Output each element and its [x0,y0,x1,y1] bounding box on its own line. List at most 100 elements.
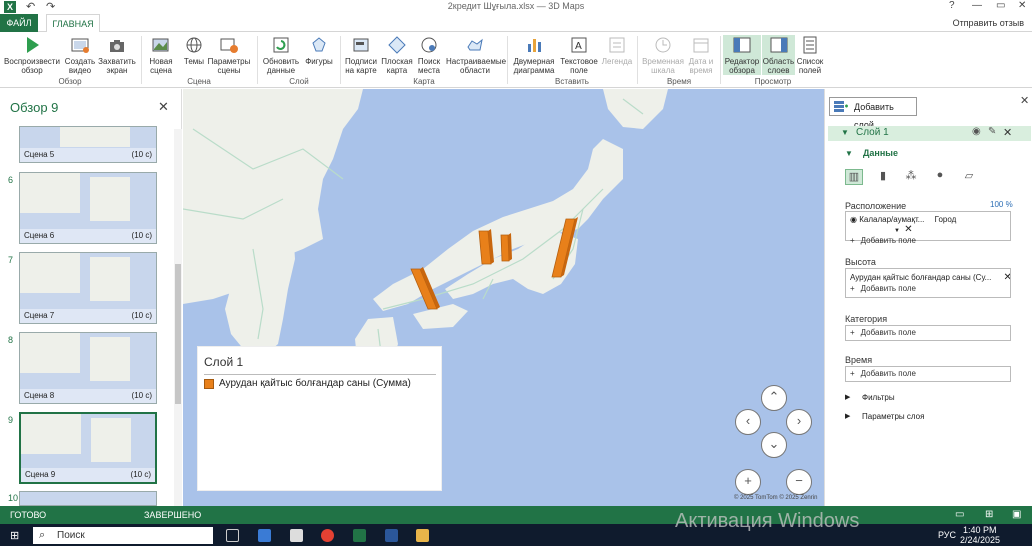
stacked-column-icon[interactable]: ▥ [845,169,863,185]
create-video-button[interactable]: Создать видео [62,35,98,75]
shapes-button[interactable]: Фигуры [302,35,336,66]
timeline-button[interactable]: Временная шкала [642,35,684,75]
scene-thumbnail[interactable]: (10 с) Сцена 7 [19,252,157,324]
heat-map-icon[interactable]: ● [931,169,949,185]
rotate-right-button[interactable]: › [786,409,812,435]
add-field-button[interactable]: + Добавить поле [846,326,1010,340]
restore-button[interactable]: ▭ [996,0,1005,11]
desktop-icon[interactable]: ▣ [1012,509,1021,520]
delete-layer-icon[interactable]: ✕ [1003,126,1012,139]
layer-name: Слой 1 [856,127,889,138]
close-icon[interactable]: ✕ [1020,94,1029,107]
zoom-in-button[interactable]: + [735,469,761,495]
clock-date[interactable]: 2/24/2025 [960,535,1000,545]
scene-thumbnail[interactable]: (10 с) Сцена 8 [19,332,157,404]
tab-home[interactable]: ГЛАВНАЯ [46,14,100,33]
language-indicator[interactable]: РУС [938,530,956,540]
remove-field-icon[interactable]: ✕ [904,224,912,235]
2d-chart-button[interactable]: Двумерная диаграмма [510,35,558,75]
scene-name: Сцена 9 [25,470,56,479]
tilt-up-button[interactable]: ⌃ [761,385,787,411]
map-column-bar[interactable] [478,229,494,265]
scene-options-button[interactable]: Параметры сцены [207,35,251,75]
clock-time[interactable]: 1:40 PM [963,525,997,535]
add-field-button[interactable]: + Добавить поле [846,367,1010,381]
play-tour-button[interactable]: Воспроизвести обзор [3,35,61,75]
zoom-out-button[interactable]: − [786,469,812,495]
pencil-icon[interactable]: ✎ [988,126,996,137]
field-list-button[interactable]: Список полей [796,35,824,75]
clustered-column-icon[interactable]: ▮ [874,169,892,185]
map-labels-button[interactable]: Подписи на карте [343,35,379,75]
tour-editor-button[interactable]: Редактор обзора [723,35,761,75]
location-field-row[interactable]: ◉ Калалар/аумақт... Город ▼ ✕ [846,212,1010,235]
map-column-bar[interactable] [500,233,512,262]
radio-icon[interactable]: ◉ [850,215,857,224]
scene-thumbnail[interactable]: (10 с) Сцена 5 [19,126,157,163]
2d-chart-label: Двумерная диаграмма [513,57,555,75]
flat-map-button[interactable]: Плоская карта [381,35,413,75]
add-field-button[interactable]: + Добавить поле [846,284,1010,293]
excel-taskbar-icon[interactable] [353,529,366,542]
windows-start-icon[interactable]: ⊞ [10,529,19,542]
expand-arrow-icon[interactable]: ▶ [845,412,850,420]
screen-icon[interactable]: ▭ [955,509,964,520]
map-legend[interactable]: Слой 1 Аурудан қайтыс болғандар саны (Су… [197,346,442,491]
close-icon[interactable]: ✕ [158,99,169,115]
capture-screen-button[interactable]: Захватить экран [98,35,136,75]
store-icon[interactable] [258,529,271,542]
scrollbar-thumb[interactable] [175,264,181,404]
region-icon[interactable]: ▱ [960,169,978,185]
word-taskbar-icon[interactable] [385,529,398,542]
close-button[interactable]: ✕ [1018,0,1026,11]
scene-thumbnail[interactable] [19,491,157,506]
date-time-button[interactable]: Дата и время [686,35,716,75]
layer-pane-button[interactable]: Область слоев [762,35,795,75]
collapse-arrow-icon[interactable]: ▼ [845,149,853,158]
refresh-data-button[interactable]: Обновить данные [262,35,300,75]
layer-options-section[interactable]: Параметры слоя [862,412,924,421]
send-feedback-link[interactable]: Отправить отзыв [953,18,1024,28]
scene-thumbnail[interactable]: (10 с) Сцена 9 [19,412,157,484]
location-field-well[interactable]: ◉ Калалар/аумақт... Город ▼ ✕ + Добавить … [845,211,1011,245]
rotate-left-button[interactable]: ‹ [735,409,761,435]
grid-icon[interactable]: ⊞ [985,509,993,520]
height-field-well[interactable]: Аурудан қайтыс болғандар саны (Су... ✕ +… [845,268,1011,298]
eye-icon[interactable]: ◉ [972,126,981,137]
dropdown-arrow-icon[interactable]: ▼ [894,228,900,234]
bubble-icon[interactable]: ⁂ [902,169,920,185]
height-field-row[interactable]: Аурудан қайтыс болғандар саны (Су... ✕ [846,269,1010,283]
scene-duration: (10 с) [131,311,152,320]
tour-scrollbar[interactable] [174,129,182,506]
time-field-well[interactable]: + Добавить поле [845,366,1011,382]
tab-file[interactable]: ФАЙЛ [0,14,38,32]
text-box-button[interactable]: A Текстовое поле [559,35,599,75]
map-column-bar[interactable] [410,267,440,310]
location-type-select[interactable]: Город [935,215,957,224]
chrome-icon[interactable] [321,529,334,542]
filters-section[interactable]: Фильтры [862,393,895,402]
help-button[interactable]: ? [949,0,955,11]
themes-button[interactable]: Темы [180,35,208,66]
task-view-icon[interactable] [226,529,239,542]
legend-title: Слой 1 [204,355,244,369]
find-location-button[interactable]: Поиск места [414,35,444,75]
mail-icon[interactable] [290,529,303,542]
add-field-button[interactable]: + Добавить поле [846,236,1010,245]
layer-header[interactable]: ▼ Слой 1 ◉ ✎ ✕ [828,126,1031,141]
expand-arrow-icon[interactable]: ▶ [845,393,850,401]
tilt-down-button[interactable]: ⌄ [761,432,787,458]
collapse-arrow-icon[interactable]: ▼ [841,128,849,137]
remove-field-icon[interactable]: ✕ [1004,272,1010,283]
category-field-well[interactable]: + Добавить поле [845,325,1011,341]
custom-regions-button[interactable]: Настраиваемые области [446,35,506,75]
legend-button[interactable]: Легенда [600,35,634,66]
minimize-button[interactable]: — [972,0,982,11]
new-scene-button[interactable]: Новая сцена [145,35,177,75]
taskbar-search[interactable]: ⌕ Поиск [33,527,213,544]
custom-regions-icon [467,38,483,51]
add-layer-button[interactable]: Добавить слой [829,97,917,130]
map-column-bar[interactable] [551,217,578,278]
scene-thumbnail[interactable]: (10 с) Сцена 6 [19,172,157,244]
explorer-icon[interactable] [416,529,429,542]
